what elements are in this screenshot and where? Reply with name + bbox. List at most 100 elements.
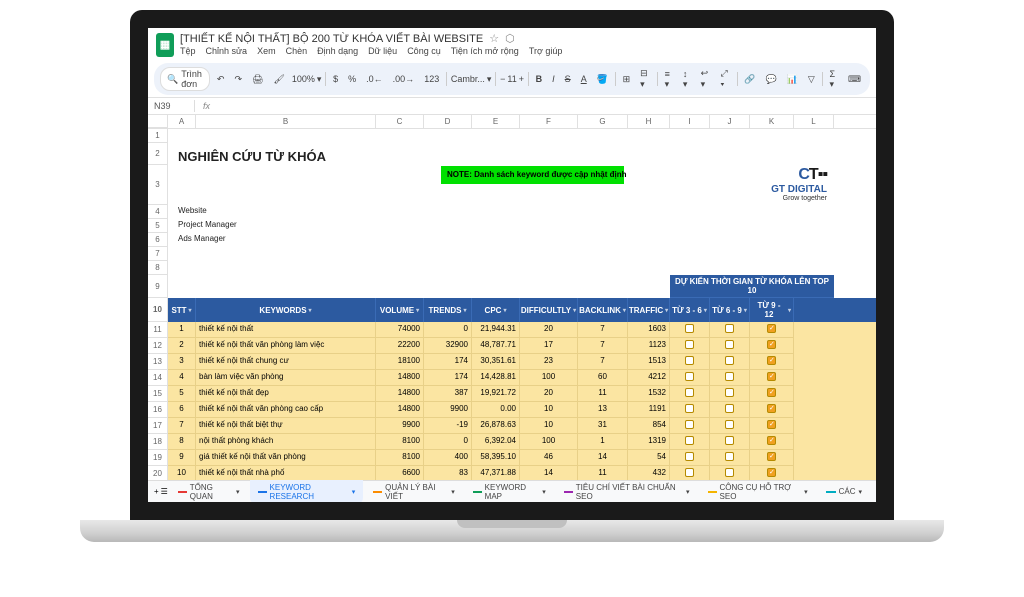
checkbox[interactable] <box>685 436 694 445</box>
table-cell[interactable]: 6,392.04 <box>472 434 520 450</box>
table-cell[interactable]: 1319 <box>628 434 670 450</box>
checkbox[interactable] <box>725 420 734 429</box>
row-header[interactable]: 2 <box>148 143 168 165</box>
table-cell[interactable]: 6 <box>168 402 196 418</box>
table-row[interactable]: 177thiết kế nội thất biệt thự9900-1926,8… <box>148 418 876 434</box>
table-cell[interactable] <box>670 322 710 338</box>
row-header[interactable]: 13 <box>148 354 168 370</box>
header-trf[interactable]: TRAFFIC▾ <box>628 298 670 322</box>
col-header-H[interactable]: H <box>628 115 670 128</box>
table-cell[interactable]: 1532 <box>628 386 670 402</box>
functions-button[interactable]: Σ ▾ <box>827 67 841 92</box>
wrap-button[interactable]: ↩ ▾ <box>698 66 714 92</box>
dec-increase-button[interactable]: .00→ <box>390 72 418 86</box>
table-cell[interactable]: 19,921.72 <box>472 386 520 402</box>
table-cell[interactable]: 22200 <box>376 338 424 354</box>
table-cell[interactable] <box>750 354 794 370</box>
table-cell[interactable] <box>670 370 710 386</box>
paint-format-button[interactable]: 🖌 <box>270 72 287 87</box>
table-cell[interactable] <box>670 354 710 370</box>
header-bl[interactable]: BACKLINK▾ <box>578 298 628 322</box>
percent-button[interactable]: % <box>345 72 359 86</box>
checkbox[interactable] <box>725 404 734 413</box>
table-cell[interactable] <box>710 402 750 418</box>
checkbox[interactable] <box>725 452 734 461</box>
table-row[interactable]: 144bàn làm việc văn phòng1480017414,428.… <box>148 370 876 386</box>
checkbox[interactable] <box>767 468 776 477</box>
sheets-icon[interactable]: ▦ <box>156 33 174 57</box>
table-cell[interactable]: 1 <box>578 434 628 450</box>
checkbox[interactable] <box>767 404 776 413</box>
table-cell[interactable]: 14800 <box>376 370 424 386</box>
table-cell[interactable] <box>750 370 794 386</box>
header-t912[interactable]: TỪ 9 - 12▾ <box>750 298 794 322</box>
v-align-button[interactable]: ↕ ▾ <box>680 67 694 92</box>
table-cell[interactable]: 387 <box>424 386 472 402</box>
checkbox[interactable] <box>767 340 776 349</box>
col-header-B[interactable]: B <box>196 115 376 128</box>
comment-button[interactable]: 💬 <box>762 72 779 87</box>
table-cell[interactable]: 10 <box>520 402 578 418</box>
col-header-I[interactable]: I <box>670 115 710 128</box>
menu-tiện ích mở rộng[interactable]: Tiện ích mở rộng <box>451 46 519 56</box>
print-button[interactable]: 🖨 <box>249 72 266 87</box>
table-cell[interactable]: 54 <box>628 450 670 466</box>
currency-button[interactable]: $ <box>330 72 341 86</box>
checkbox[interactable] <box>685 372 694 381</box>
menu-công cụ[interactable]: Công cụ <box>407 46 441 56</box>
row-header[interactable]: 12 <box>148 338 168 354</box>
header-diff[interactable]: DIFFICULTLY▾ <box>520 298 578 322</box>
empty-cell[interactable] <box>168 247 848 261</box>
table-cell[interactable]: 400 <box>424 450 472 466</box>
merge-button[interactable]: ⊟ ▾ <box>637 66 653 92</box>
table-cell[interactable] <box>750 386 794 402</box>
table-row[interactable]: 188nội thất phòng khách810006,392.041001… <box>148 434 876 450</box>
table-cell[interactable] <box>710 322 750 338</box>
italic-button[interactable]: I <box>549 72 558 86</box>
checkbox[interactable] <box>767 452 776 461</box>
row-header[interactable]: 10 <box>148 298 168 322</box>
checkbox[interactable] <box>767 420 776 429</box>
doc-title[interactable]: [THIẾT KẾ NỘI THẤT] BỘ 200 TỪ KHÓA VIẾT … <box>180 33 483 45</box>
sheet-tab[interactable]: TỔNG QUAN▾ <box>170 480 248 504</box>
checkbox[interactable] <box>685 356 694 365</box>
col-header-F[interactable]: F <box>520 115 578 128</box>
table-cell[interactable]: 14 <box>578 450 628 466</box>
sheet-tab[interactable]: CÔNG CỤ HỖ TRỢ SEO▾ <box>700 480 816 504</box>
checkbox[interactable] <box>725 356 734 365</box>
borders-button[interactable]: ⊞ <box>620 72 634 87</box>
table-cell[interactable]: 60 <box>578 370 628 386</box>
row-header[interactable]: 19 <box>148 450 168 466</box>
table-row[interactable]: 133thiết kế nội thất chung cư1810017430,… <box>148 354 876 370</box>
keyboard-button[interactable]: ⌨ <box>845 72 864 87</box>
table-cell[interactable]: 30,351.61 <box>472 354 520 370</box>
table-cell[interactable]: 5 <box>168 386 196 402</box>
table-cell[interactable]: 20 <box>520 386 578 402</box>
table-row[interactable]: 199giá thiết kế nội thất văn phòng810040… <box>148 450 876 466</box>
name-box[interactable]: N39 <box>154 101 194 111</box>
sheet-grid[interactable]: ABCDEFGHIJKL 12NGHIÊN CỨU TỪ KHÓA3NOTE: … <box>148 115 876 497</box>
table-row[interactable]: 122thiết kế nội thất văn phòng làm việc2… <box>148 338 876 354</box>
table-cell[interactable]: 14,428.81 <box>472 370 520 386</box>
table-cell[interactable]: 100 <box>520 434 578 450</box>
row-header[interactable]: 15 <box>148 386 168 402</box>
table-cell[interactable]: 14800 <box>376 402 424 418</box>
table-cell[interactable]: 18100 <box>376 354 424 370</box>
table-cell[interactable] <box>670 450 710 466</box>
fill-color-button[interactable]: 🪣 <box>594 72 611 87</box>
header-vol[interactable]: VOLUME▾ <box>376 298 424 322</box>
font-select[interactable]: Cambr... ▾ <box>451 74 492 85</box>
table-cell[interactable] <box>710 450 750 466</box>
table-cell[interactable]: thiết kế nội thất văn phòng cao cấp <box>196 402 376 418</box>
table-cell[interactable] <box>750 418 794 434</box>
table-cell[interactable]: 14800 <box>376 386 424 402</box>
table-cell[interactable]: thiết kế nội thất đẹp <box>196 386 376 402</box>
table-cell[interactable]: 9900 <box>376 418 424 434</box>
table-cell[interactable]: 0.00 <box>472 402 520 418</box>
table-cell[interactable]: thiết kế nội thất <box>196 322 376 338</box>
checkbox[interactable] <box>725 468 734 477</box>
table-cell[interactable] <box>710 418 750 434</box>
table-cell[interactable]: 174 <box>424 370 472 386</box>
spacer[interactable] <box>168 165 438 205</box>
checkbox[interactable] <box>685 388 694 397</box>
